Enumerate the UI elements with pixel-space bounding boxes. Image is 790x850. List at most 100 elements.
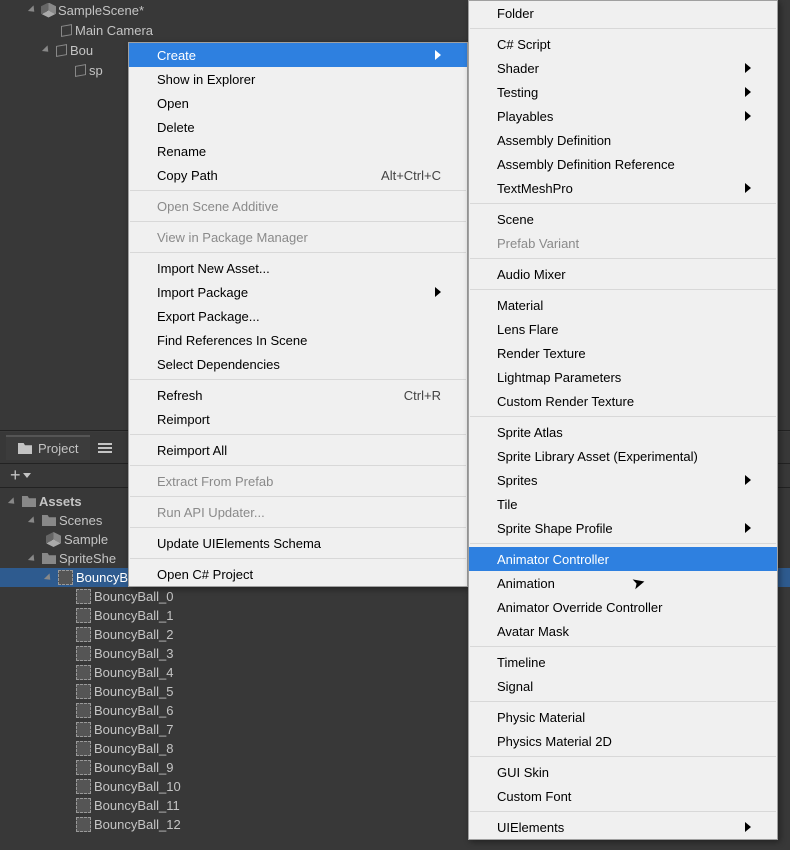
list-view-icon[interactable] — [98, 443, 112, 453]
sprite-icon — [76, 627, 91, 642]
menu-item[interactable]: Create — [129, 43, 467, 67]
submenu-arrow-icon — [745, 822, 751, 832]
submenu-arrow-icon — [435, 50, 441, 60]
submenu-arrow-icon — [745, 183, 751, 193]
hierarchy-item-label: sp — [89, 63, 103, 78]
menu-item[interactable]: Copy PathAlt+Ctrl+C — [129, 163, 467, 187]
sprite-icon — [76, 741, 91, 756]
project-tab[interactable]: Project — [6, 435, 90, 460]
menu-item-label: Shader — [497, 61, 539, 76]
menu-item[interactable]: Rename — [129, 139, 467, 163]
menu-item-label: Custom Font — [497, 789, 571, 804]
menu-item-label: Scene — [497, 212, 534, 227]
menu-item[interactable]: Sprite Shape Profile — [469, 516, 777, 540]
submenu-arrow-icon — [745, 111, 751, 121]
disclosure-icon[interactable] — [8, 497, 17, 506]
tree-label: Scenes — [59, 513, 102, 528]
menu-item-label: Animation — [497, 576, 555, 591]
sprite-icon — [76, 608, 91, 623]
folder-icon — [42, 553, 56, 564]
tree-label: BouncyBall_5 — [94, 684, 174, 699]
menu-item[interactable]: Import New Asset... — [129, 256, 467, 280]
context-menu-asset[interactable]: CreateShow in ExplorerOpenDeleteRenameCo… — [128, 42, 468, 587]
menu-item[interactable]: Find References In Scene — [129, 328, 467, 352]
menu-item[interactable]: Assembly Definition — [469, 128, 777, 152]
menu-item[interactable]: Tile — [469, 492, 777, 516]
gameobject-icon — [74, 64, 87, 77]
menu-item[interactable]: Physics Material 2D — [469, 729, 777, 753]
menu-item-label: Custom Render Texture — [497, 394, 634, 409]
menu-item[interactable]: Export Package... — [129, 304, 467, 328]
menu-separator — [470, 203, 776, 204]
menu-item[interactable]: Sprite Atlas — [469, 420, 777, 444]
tree-label: BouncyBall_7 — [94, 722, 174, 737]
menu-item[interactable]: Animator Controller — [469, 547, 777, 571]
menu-item[interactable]: UIElements — [469, 815, 777, 839]
disclosure-icon[interactable] — [42, 45, 51, 54]
disclosure-icon[interactable] — [28, 516, 37, 525]
menu-item[interactable]: Show in Explorer — [129, 67, 467, 91]
menu-item[interactable]: Timeline — [469, 650, 777, 674]
menu-separator — [130, 252, 466, 253]
menu-item-label: Run API Updater... — [157, 505, 265, 520]
menu-item[interactable]: GUI Skin — [469, 760, 777, 784]
menu-item-label: Export Package... — [157, 309, 260, 324]
menu-item[interactable]: Sprite Library Asset (Experimental) — [469, 444, 777, 468]
disclosure-icon[interactable] — [28, 554, 37, 563]
gameobject-icon — [55, 44, 68, 57]
context-menu-create[interactable]: FolderC# ScriptShaderTestingPlayablesAss… — [468, 0, 778, 840]
menu-item[interactable]: Scene — [469, 207, 777, 231]
menu-item: Extract From Prefab — [129, 469, 467, 493]
menu-item[interactable]: Reimport All — [129, 438, 467, 462]
menu-item[interactable]: Material — [469, 293, 777, 317]
menu-item[interactable]: Lightmap Parameters — [469, 365, 777, 389]
menu-item: Open Scene Additive — [129, 194, 467, 218]
menu-separator — [130, 190, 466, 191]
menu-item[interactable]: Animation — [469, 571, 777, 595]
tab-label: Project — [38, 441, 78, 456]
menu-item-label: Lens Flare — [497, 322, 558, 337]
menu-item[interactable]: Assembly Definition Reference — [469, 152, 777, 176]
menu-item[interactable]: Avatar Mask — [469, 619, 777, 643]
menu-item[interactable]: Custom Font — [469, 784, 777, 808]
menu-item[interactable]: C# Script — [469, 32, 777, 56]
menu-item[interactable]: RefreshCtrl+R — [129, 383, 467, 407]
menu-item[interactable]: Select Dependencies — [129, 352, 467, 376]
tree-label: BouncyBall_4 — [94, 665, 174, 680]
menu-item-label: Sprite Library Asset (Experimental) — [497, 449, 698, 464]
menu-item-label: Lightmap Parameters — [497, 370, 621, 385]
menu-item[interactable]: Sprites — [469, 468, 777, 492]
menu-item[interactable]: Audio Mixer — [469, 262, 777, 286]
menu-item[interactable]: Folder — [469, 1, 777, 25]
menu-item[interactable]: Signal — [469, 674, 777, 698]
submenu-arrow-icon — [745, 87, 751, 97]
menu-item-label: GUI Skin — [497, 765, 549, 780]
menu-item-label: Audio Mixer — [497, 267, 566, 282]
menu-item[interactable]: TextMeshPro — [469, 176, 777, 200]
menu-item-label: Material — [497, 298, 543, 313]
menu-item[interactable]: Open C# Project — [129, 562, 467, 586]
menu-item[interactable]: Custom Render Texture — [469, 389, 777, 413]
menu-item[interactable]: Lens Flare — [469, 317, 777, 341]
scene-name: SampleScene* — [58, 3, 144, 18]
sprite-icon — [76, 798, 91, 813]
menu-item[interactable]: Shader — [469, 56, 777, 80]
menu-item[interactable]: Delete — [129, 115, 467, 139]
menu-item[interactable]: Playables — [469, 104, 777, 128]
disclosure-icon[interactable] — [28, 5, 37, 14]
menu-item-label: View in Package Manager — [157, 230, 308, 245]
add-icon[interactable]: + — [10, 465, 21, 486]
menu-separator — [130, 221, 466, 222]
menu-item[interactable]: Reimport — [129, 407, 467, 431]
menu-item[interactable]: Testing — [469, 80, 777, 104]
dropdown-arrow-icon[interactable] — [23, 473, 31, 478]
menu-item[interactable]: Physic Material — [469, 705, 777, 729]
menu-item[interactable]: Import Package — [129, 280, 467, 304]
menu-item[interactable]: Animator Override Controller — [469, 595, 777, 619]
menu-item[interactable]: Open — [129, 91, 467, 115]
disclosure-icon[interactable] — [44, 573, 53, 582]
menu-item[interactable]: Render Texture — [469, 341, 777, 365]
menu-item[interactable]: Update UIElements Schema — [129, 531, 467, 555]
menu-separator — [130, 558, 466, 559]
menu-item-label: Physics Material 2D — [497, 734, 612, 749]
